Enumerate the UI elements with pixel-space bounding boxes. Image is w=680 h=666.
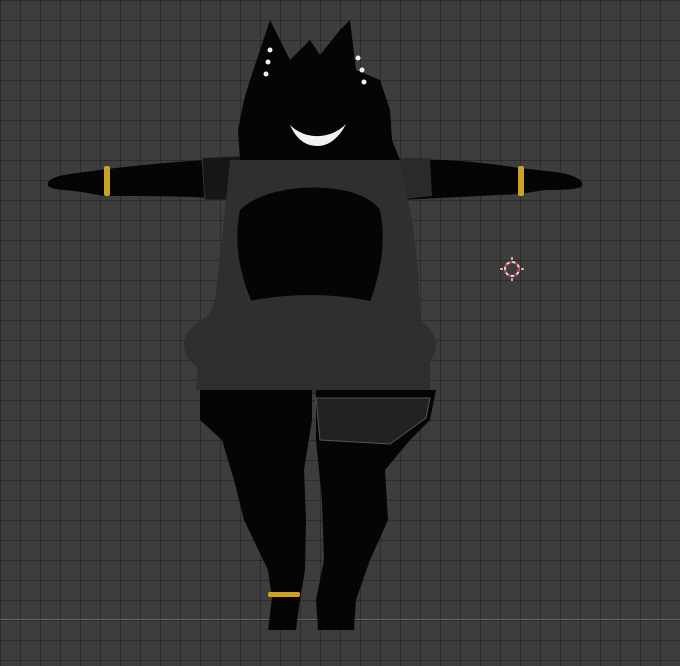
- ankle-ring: [268, 592, 300, 597]
- left-arm: [47, 160, 213, 198]
- hips: [184, 295, 436, 395]
- character-model[interactable]: [47, 20, 583, 630]
- 3d-viewport[interactable]: [0, 0, 680, 666]
- right-bracelet: [518, 166, 524, 196]
- 3d-cursor-icon[interactable]: [500, 257, 524, 281]
- viewport-scene: [47, 20, 583, 630]
- hair: [238, 20, 400, 180]
- left-bracelet: [104, 166, 110, 196]
